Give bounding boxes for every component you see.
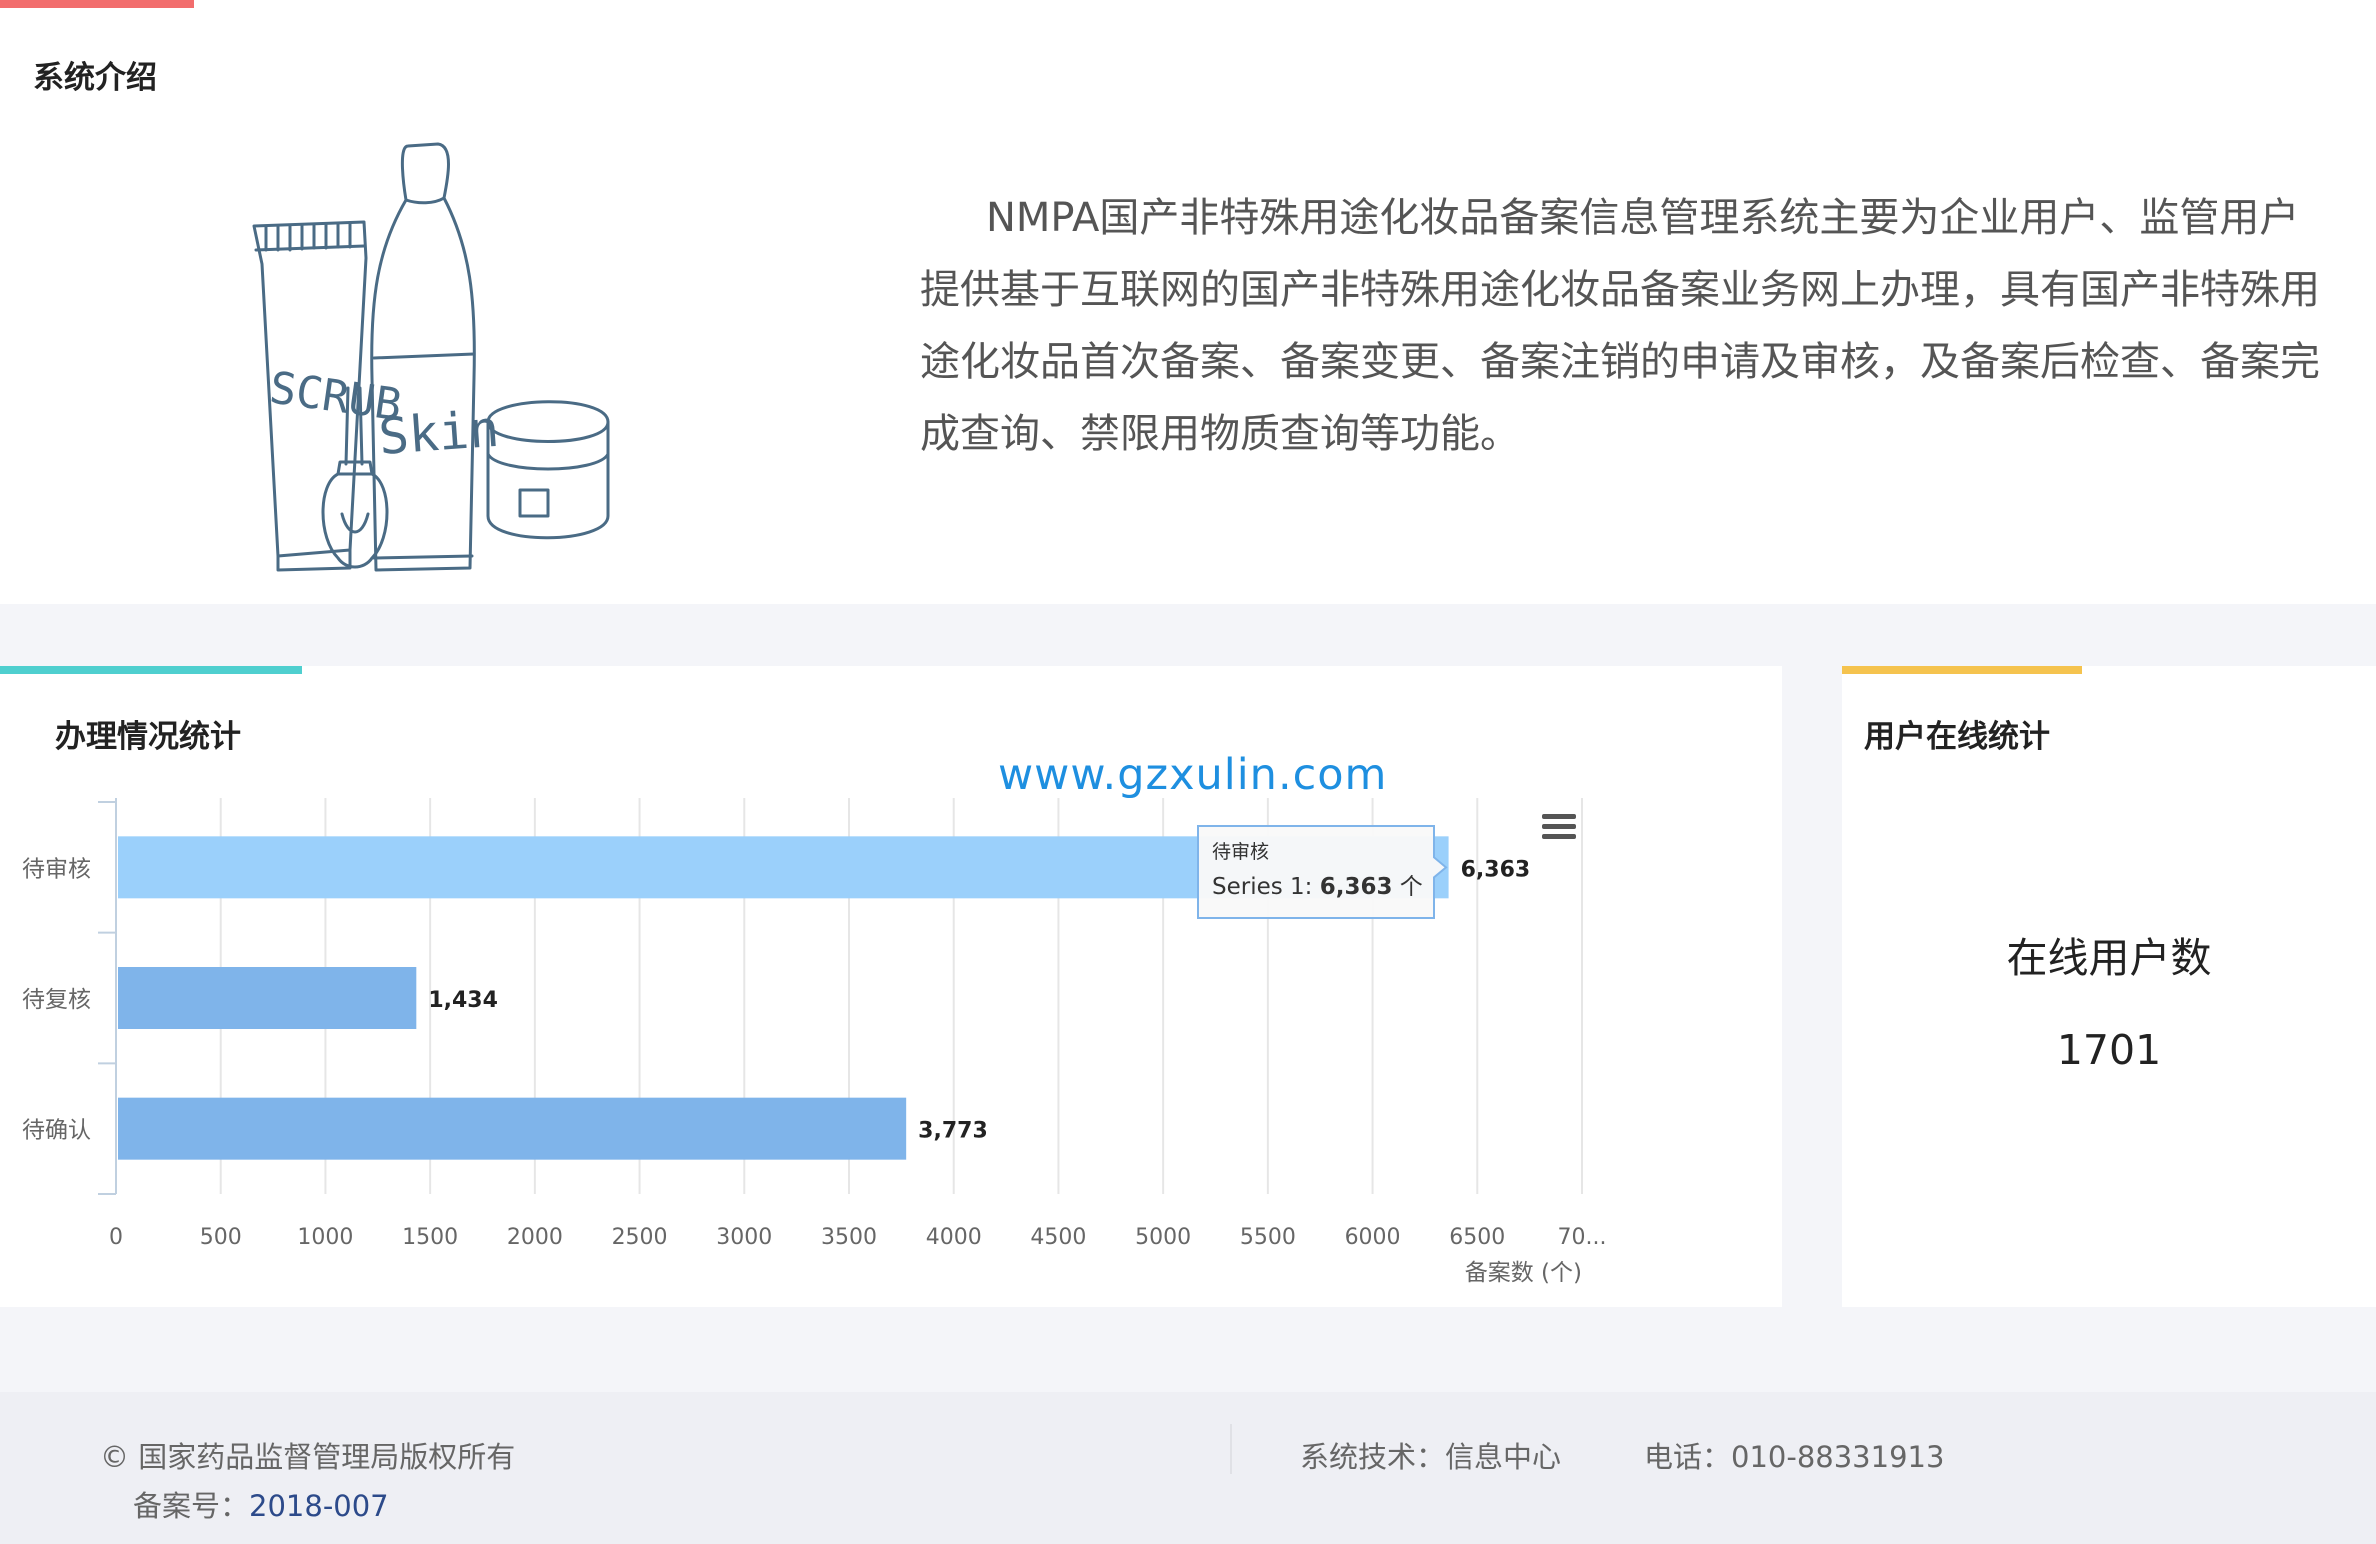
x-tick-label: 5500 [1240, 1225, 1296, 1250]
y-category-label: 待审核 [22, 856, 91, 882]
intro-panel: 系统介绍 SCRUB Skin NMPA国产非特殊用途化妆品备案信息管理系统主要… [0, 0, 2376, 604]
x-tick-label: 3000 [716, 1225, 772, 1250]
footer: © 国家药品监督管理局版权所有 备案号：2018-007 系统技术：信息中心 电… [0, 1392, 2376, 1544]
tooltip-box [1197, 825, 1448, 919]
record-label: 备案号： [133, 1489, 250, 1523]
x-tick-label: 4000 [926, 1225, 982, 1250]
bar-value-label: 1,434 [428, 988, 498, 1013]
hamburger-menu-icon[interactable] [1542, 814, 1576, 839]
menu-icon-line [1542, 834, 1576, 839]
bottle-label: Skin [377, 400, 501, 466]
online-panel: 用户在线统计 在线用户数 1701 [1842, 666, 2376, 1307]
bar-value-label: 3,773 [918, 1119, 988, 1144]
watermark: www.gzxulin.com [998, 750, 1388, 800]
x-tick-label: 0 [109, 1225, 123, 1250]
x-tick-label: 1000 [297, 1225, 353, 1250]
x-axis-title: 备案数 (个) [1465, 1260, 1582, 1286]
processing-bar-chart: 0 500 1000 1500 2000 2500 3000 3500 4000 4500 5000… [22, 798, 1607, 1286]
tooltip-value-line: Series 1: 6,363 个 [1212, 874, 1423, 900]
x-tick-label: 500 [200, 1225, 242, 1250]
online-users-label: 在线用户数 [2006, 934, 2212, 982]
online-users-count: 1701 [2056, 1026, 2162, 1074]
x-tick-label: 4500 [1030, 1225, 1086, 1250]
x-tick-label: 6500 [1449, 1225, 1505, 1250]
intro-description: NMPA国产非特殊用途化妆品备案信息管理系统主要为企业用户、监管用户提供基于互联… [920, 195, 2320, 457]
intro-accent-bar [0, 0, 194, 8]
intro-title: 系统介绍 [33, 60, 157, 96]
menu-icon-line [1542, 814, 1576, 819]
bar [118, 967, 417, 1029]
record-number-link[interactable]: 2018-007 [249, 1489, 389, 1523]
y-category-label: 待复核 [22, 987, 91, 1013]
x-tick-label: 70... [1558, 1225, 1607, 1250]
x-tick-label: 2500 [612, 1225, 668, 1250]
x-tick-label: 5000 [1135, 1225, 1191, 1250]
online-title: 用户在线统计 [1864, 719, 2050, 755]
bar-value-label: 6,363 [1461, 857, 1531, 882]
phone-text: 电话：010-88331913 [1644, 1440, 1945, 1474]
tooltip-category: 待审核 [1212, 841, 1269, 863]
x-tick-label: 1500 [402, 1225, 458, 1250]
x-tick-label: 2000 [507, 1225, 563, 1250]
footer-divider [1230, 1424, 1232, 1474]
stats-panel: 办理情况统计 0 500 1000 1500 2000 2500 3000 3500 4000 4… [0, 666, 1782, 1307]
x-tick-label: 3500 [821, 1225, 877, 1250]
record-info: 备案号：2018-007 [133, 1483, 389, 1525]
tech-support-text: 系统技术：信息中心 [1300, 1440, 1562, 1474]
copyright-text: © 国家药品监督管理局版权所有 [100, 1440, 516, 1474]
online-accent-bar [1842, 666, 2082, 674]
bar [118, 1097, 907, 1160]
menu-icon-line [1542, 824, 1576, 829]
cosmetics-illustration: SCRUB Skin [252, 142, 610, 572]
y-category-label: 待确认 [22, 1118, 91, 1144]
x-tick-label: 6000 [1345, 1225, 1401, 1250]
